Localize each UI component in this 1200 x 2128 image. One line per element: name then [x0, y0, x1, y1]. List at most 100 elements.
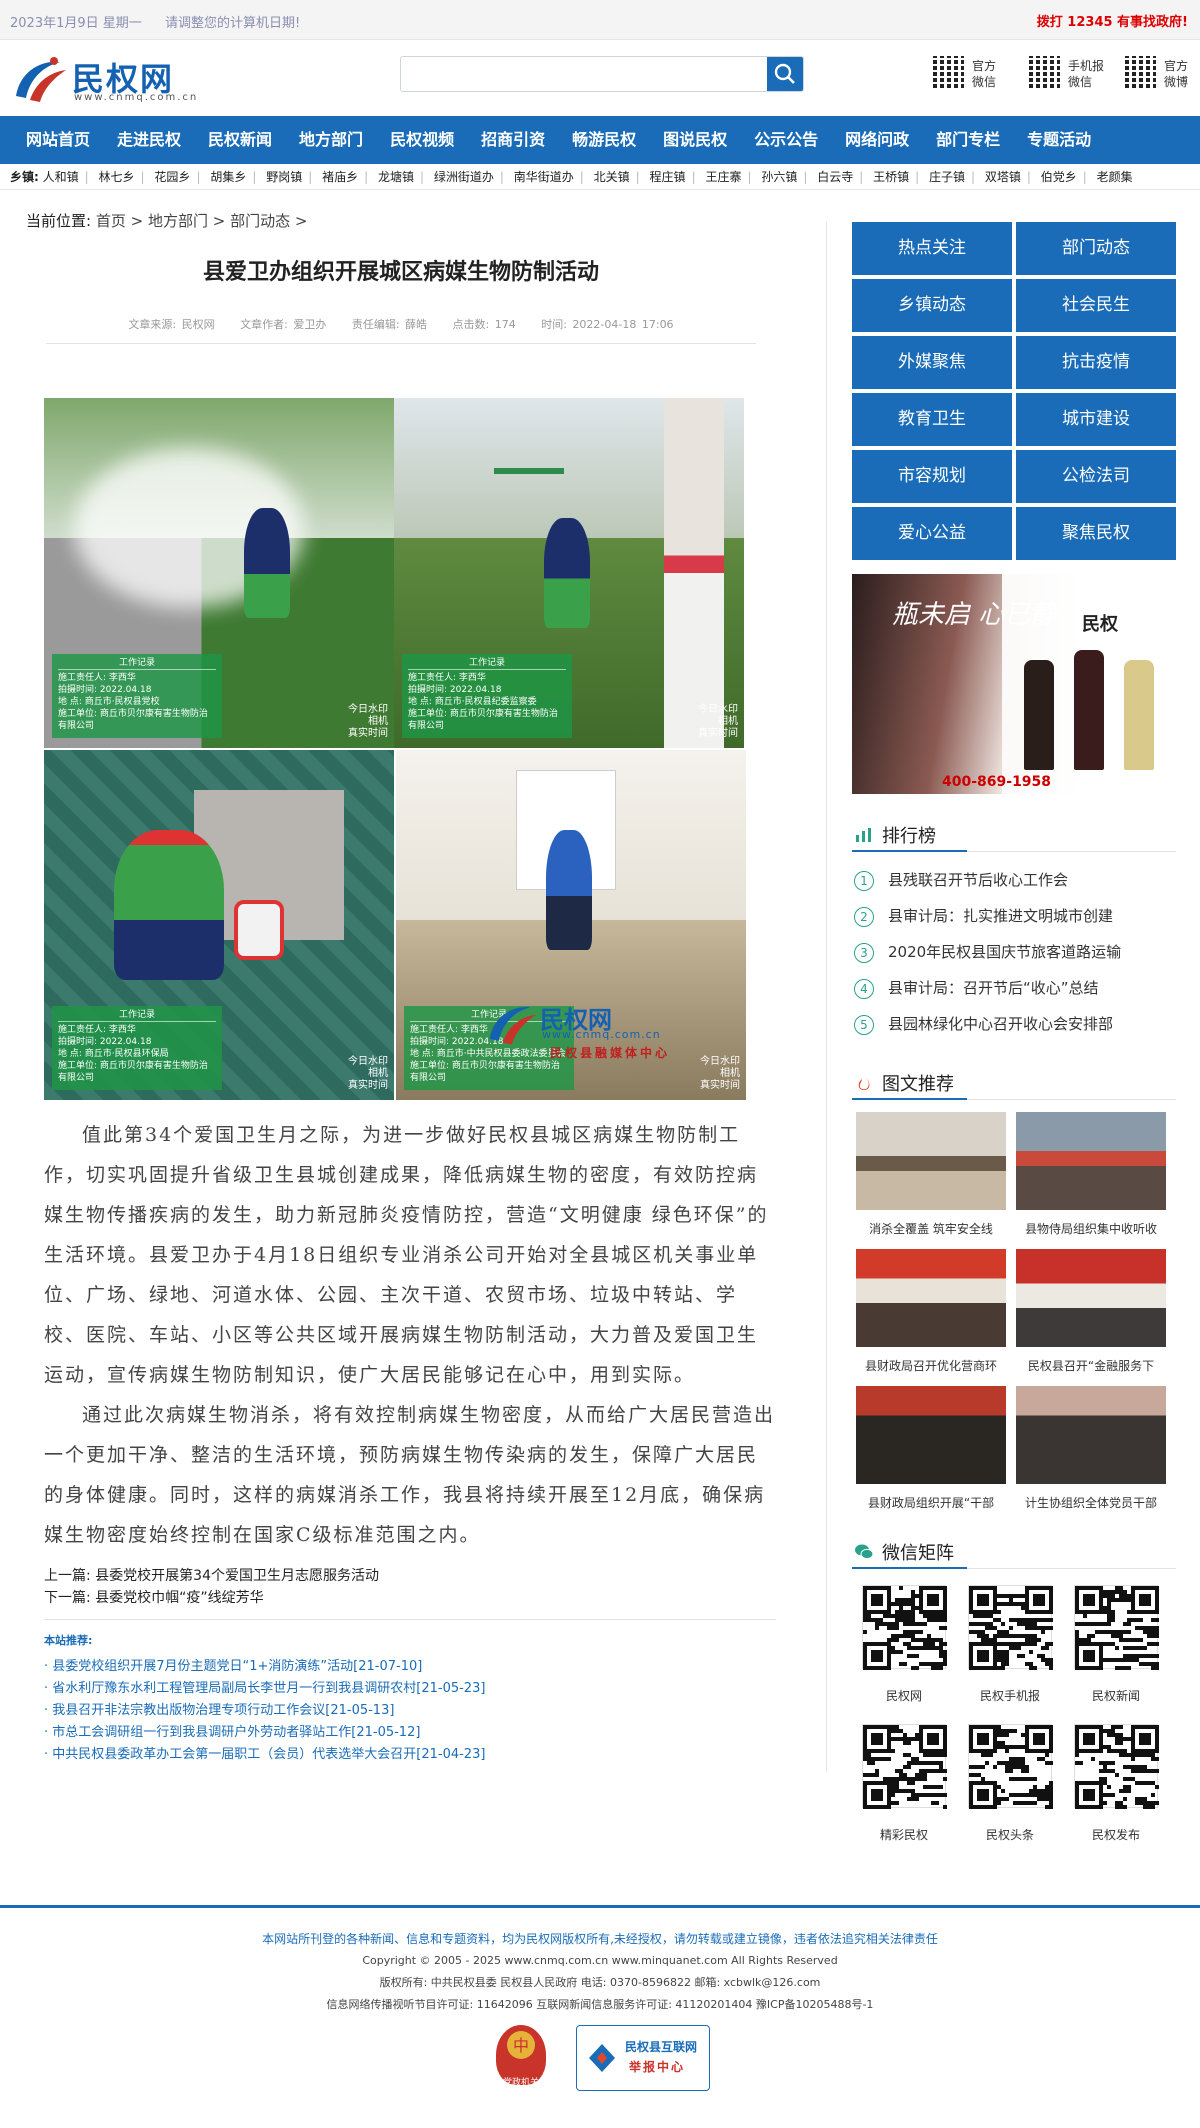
- related-link[interactable]: · 中共民权县委政革办工会第一届职工（会员）代表选举大会召开[21-04-23]: [44, 1744, 776, 1766]
- article-paragraph: 通过此次病媒生物消杀，将有效控制病媒生物密度，从而给广大居民营造出一个更加干净、…: [44, 1404, 776, 1546]
- town-link[interactable]: 花园乡: [154, 170, 190, 184]
- town-link[interactable]: 双塔镇: [985, 170, 1021, 184]
- pic-card[interactable]: 县财政局召开优化营商环: [856, 1249, 1006, 1374]
- category-law[interactable]: 公检法司: [1016, 450, 1176, 503]
- pic-card[interactable]: 县财政局组织开展“干部: [856, 1386, 1006, 1511]
- category-media[interactable]: 外媒聚焦: [852, 336, 1012, 389]
- site-logo[interactable]: 民权网 www.cnmq.com.cn: [10, 52, 200, 108]
- town-link[interactable]: 庄子镇: [929, 170, 965, 184]
- photo-info-card: 工作记录 施工责任人: 李西华 拍摄时间: 2022.04.18 地 点: 商丘…: [52, 654, 222, 738]
- town-link[interactable]: 南华街道办: [514, 170, 574, 184]
- nav-topics[interactable]: 专题活动: [1027, 116, 1091, 164]
- ranking-list: 1 县残联召开节后收心工作会 2 县审计局：扎实推进文明城市创建 3 2020年民权县…: [852, 862, 1176, 1042]
- nav-investment[interactable]: 招商引资: [481, 116, 545, 164]
- photo-info-card: 工作记录 施工责任人: 李西华 拍摄时间: 2022.04.18 地 点: 商丘…: [52, 1006, 222, 1090]
- qr-wechat-icon: [930, 56, 964, 90]
- column-divider: [826, 222, 827, 1772]
- category-epidemic[interactable]: 抗击疫情: [1016, 336, 1176, 389]
- pic-image: [1016, 1386, 1166, 1484]
- qr-code-icon: [862, 1724, 947, 1809]
- pic-card[interactable]: 民权县召开“金融服务下: [1016, 1249, 1166, 1374]
- ranking-item[interactable]: 3 2020年民权县国庆节旅客道路运输: [852, 934, 1176, 970]
- qr-mobile-icon: [1026, 56, 1060, 90]
- pic-card[interactable]: 计生协组织全体党员干部: [1016, 1386, 1166, 1511]
- category-charity[interactable]: 爱心公益: [852, 507, 1012, 560]
- town-link[interactable]: 褚庙乡: [322, 170, 358, 184]
- pic-card[interactable]: 消杀全覆盖 筑牢安全线: [856, 1112, 1006, 1237]
- nav-columns[interactable]: 部门专栏: [936, 116, 1000, 164]
- ranking-title: 排行榜: [882, 826, 936, 847]
- qr-label-wechat: 官方 微信: [972, 59, 997, 89]
- ranking-item[interactable]: 2 县审计局：扎实推进文明城市创建: [852, 898, 1176, 934]
- svg-text:中: 中: [513, 2036, 529, 2055]
- qr-code-icon: [968, 1724, 1053, 1809]
- nav-gallery[interactable]: 图说民权: [663, 116, 727, 164]
- category-society[interactable]: 社会民生: [1016, 279, 1176, 332]
- ranking-item[interactable]: 4 县审计局：召开节后“收心”总结: [852, 970, 1176, 1006]
- pic-card[interactable]: 县物侍局组织集中收听收: [1016, 1112, 1166, 1237]
- town-link[interactable]: 林七乡: [99, 170, 135, 184]
- ranking-item[interactable]: 5 县园林绿化中心召开收心会安排部: [852, 1006, 1176, 1042]
- nav-departments[interactable]: 地方部门: [299, 116, 363, 164]
- breadcrumb-dept-news[interactable]: 部门动态: [230, 212, 290, 230]
- wechat-card[interactable]: 民权手机报: [964, 1585, 1056, 1704]
- photo-info-card: 工作记录 施工责任人: 李西华 拍摄时间: 2022.04.18 地 点: 商丘…: [402, 654, 572, 738]
- prev-article-link[interactable]: 上一篇: 县委党校开展第34个爱国卫生月志愿服务活动: [44, 1565, 776, 1587]
- article-author: 文章作者: 爱卫办: [240, 318, 327, 331]
- nav-announcements[interactable]: 公示公告: [754, 116, 818, 164]
- related-link[interactable]: · 市总工会调研组一行到我县调研户外劳动者驿站工作[21-05-12]: [44, 1722, 776, 1744]
- related-link[interactable]: · 省水利厅豫东水利工程管理局副局长李世月一行到我县调研农村[21-05-23]: [44, 1678, 776, 1700]
- town-link[interactable]: 胡集乡: [210, 170, 246, 184]
- wine-advertisement[interactable]: 瓶未启 心已静 民权 400-869-1958: [852, 574, 1176, 794]
- category-education[interactable]: 教育卫生: [852, 393, 1012, 446]
- breadcrumb-home[interactable]: 首页: [96, 212, 126, 230]
- search-input[interactable]: [401, 57, 769, 91]
- town-link[interactable]: 龙塘镇: [378, 170, 414, 184]
- category-focus[interactable]: 聚焦民权: [1016, 507, 1176, 560]
- town-link[interactable]: 孙六镇: [761, 170, 797, 184]
- nav-travel[interactable]: 畅游民权: [572, 116, 636, 164]
- nav-about[interactable]: 走进民权: [117, 116, 181, 164]
- ad-phone: 400-869-1958: [942, 774, 1052, 790]
- party-govt-badge[interactable]: 中 党政机关: [496, 2025, 546, 2088]
- town-link[interactable]: 野岗镇: [266, 170, 302, 184]
- wechat-card[interactable]: 民权网: [858, 1585, 950, 1704]
- pic-caption: 消杀全覆盖 筑牢安全线: [869, 1222, 993, 1236]
- nav-news[interactable]: 民权新闻: [208, 116, 272, 164]
- related-link[interactable]: · 县委党校组织开展7月份主题党日“1+消防演练”活动[21-07-10]: [44, 1656, 776, 1678]
- breadcrumb-departments[interactable]: 地方部门: [148, 212, 208, 230]
- town-link[interactable]: 人和镇: [43, 170, 79, 184]
- category-hot[interactable]: 热点关注: [852, 222, 1012, 275]
- town-link[interactable]: 北关镇: [594, 170, 630, 184]
- wechat-label: 民权手机报: [979, 1689, 1040, 1703]
- wechat-card[interactable]: 民权发布: [1070, 1724, 1162, 1843]
- category-planning[interactable]: 市容规划: [852, 450, 1012, 503]
- category-towns[interactable]: 乡镇动态: [852, 279, 1012, 332]
- wechat-card[interactable]: 民权新闻: [1070, 1585, 1162, 1704]
- search-button[interactable]: [767, 57, 803, 91]
- town-link[interactable]: 绿洲街道办: [434, 170, 494, 184]
- town-link[interactable]: 白云寺: [817, 170, 853, 184]
- footer-owner: 版权所有: 中共民权县委 民权县人民政府 电话: 0370-8596822 邮箱…: [379, 1976, 821, 1989]
- town-link[interactable]: 王桥镇: [873, 170, 909, 184]
- town-link[interactable]: 程庄镇: [650, 170, 686, 184]
- sidebar: 热点关注 部门动态 乡镇动态 社会民生 外媒聚焦 抗击疫情 教育卫生 城市建设 …: [852, 222, 1176, 1843]
- category-city[interactable]: 城市建设: [1016, 393, 1176, 446]
- article-photo: 工作记录 施工责任人: 李西华 拍摄时间: 2022.04.18 地 点: 商丘…: [44, 398, 394, 748]
- report-center-badge[interactable]: 民权县互联网 举报中心: [576, 2025, 710, 2091]
- hotline-text: 拨打 12345 有事找政府!: [1036, 15, 1188, 30]
- ranking-item[interactable]: 1 县残联召开节后收心工作会: [852, 862, 1176, 898]
- date-notice: 请调整您的计算机日期!: [165, 16, 301, 31]
- wechat-label: 精彩民权: [879, 1828, 928, 1842]
- category-dept[interactable]: 部门动态: [1016, 222, 1176, 275]
- nav-video[interactable]: 民权视频: [390, 116, 454, 164]
- town-link[interactable]: 老颜集: [1097, 170, 1133, 184]
- wechat-card[interactable]: 精彩民权: [858, 1724, 950, 1843]
- nav-inquiry[interactable]: 网络问政: [845, 116, 909, 164]
- related-link[interactable]: · 我县召开非法宗教出版物治理专项行动工作会议[21-05-13]: [44, 1700, 776, 1722]
- town-link[interactable]: 王庄寨: [705, 170, 741, 184]
- town-link[interactable]: 伯党乡: [1041, 170, 1077, 184]
- wechat-card[interactable]: 民权头条: [964, 1724, 1056, 1843]
- next-article-link[interactable]: 下一篇: 县委党校巾帼“疫”线绽芳华: [44, 1587, 776, 1609]
- nav-home[interactable]: 网站首页: [26, 116, 90, 164]
